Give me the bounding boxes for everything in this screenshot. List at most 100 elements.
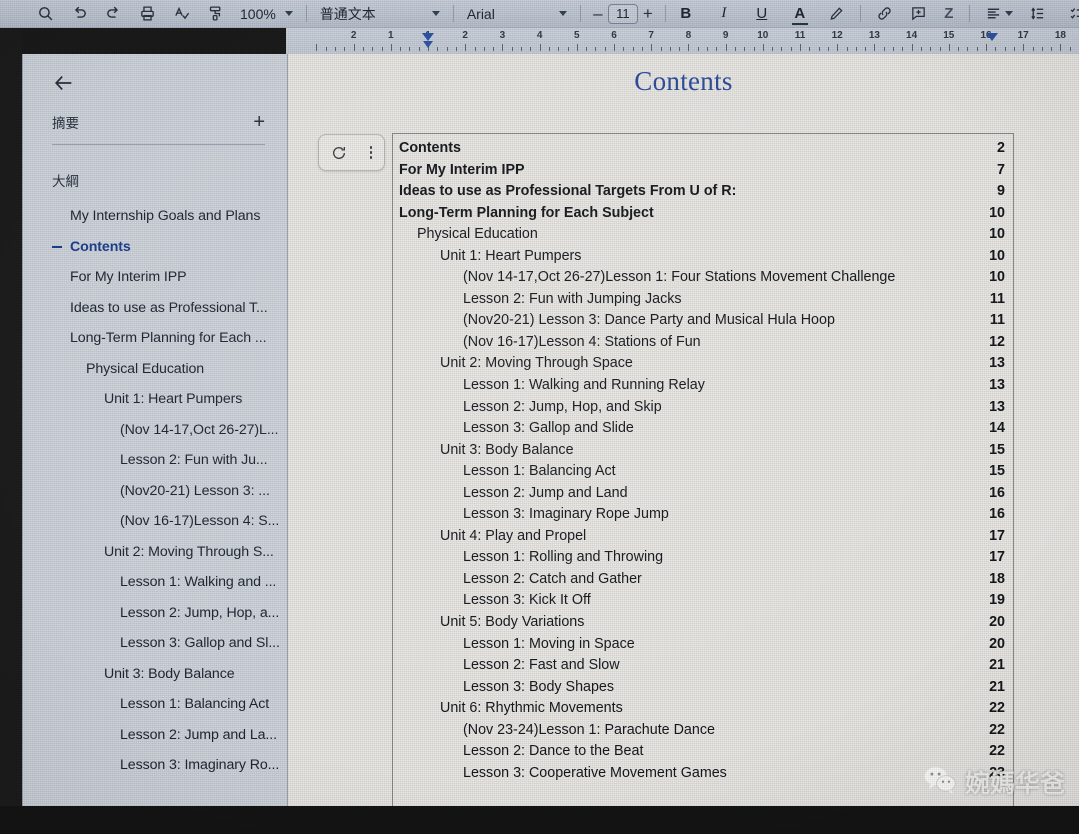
increase-font-size-button[interactable]: + — [638, 4, 658, 24]
font-size-input[interactable]: 11 — [607, 3, 638, 24]
sidebar-item-unit-1-heart-pumpers[interactable]: Unit 1: Heart Pumpers — [23, 384, 287, 415]
chevron-down-icon[interactable] — [284, 11, 293, 16]
sidebar-item-unit-2-moving-through-s[interactable]: Unit 2: Moving Through S... — [23, 537, 287, 568]
sidebar-item-lesson-1-balancing-act[interactable]: Lesson 1: Balancing Act — [23, 689, 287, 720]
text-color-button[interactable]: A — [787, 2, 813, 26]
insert-image-button[interactable]: Z — [936, 2, 962, 26]
sidebar-item-my-internship-goals-and-plans[interactable]: My Internship Goals and Plans — [23, 201, 287, 232]
add-comment-icon[interactable] — [902, 1, 936, 27]
toc-entry[interactable]: Lesson 1: Moving in Space 20 — [393, 636, 1013, 658]
sidebar-item-lesson-3-gallop-and-sl[interactable]: Lesson 3: Gallop and Sl... — [23, 628, 287, 659]
toc-entry[interactable]: Unit 3: Body Balance 15 — [393, 442, 1013, 464]
paragraph-style-select[interactable]: 普通文本 — [314, 2, 446, 26]
toc-entry-title: Unit 2: Moving Through Space — [440, 355, 633, 372]
toc-entry[interactable]: Lesson 1: Rolling and Throwing 17 — [393, 549, 1013, 571]
toc-entry[interactable]: Ideas to use as Professional Targets Fro… — [393, 183, 1013, 205]
toc-entry[interactable]: Lesson 1: Walking and Running Relay 13 — [393, 377, 1013, 399]
redo-icon[interactable] — [96, 1, 130, 27]
left-indent-marker[interactable] — [422, 33, 434, 41]
toc-entry-title: Lesson 2: Jump, Hop, and Skip — [463, 398, 662, 415]
toc-entry[interactable]: Lesson 2: Jump and Land 16 — [393, 485, 1013, 507]
sidebar-item-lesson-2-jump-hop-a[interactable]: Lesson 2: Jump, Hop, a... — [23, 598, 287, 629]
sidebar-item-lesson-2-jump-and-la[interactable]: Lesson 2: Jump and La... — [23, 720, 287, 751]
sidebar-item-nov-16-17-lesson-4-s[interactable]: (Nov 16-17)Lesson 4: S... — [23, 506, 287, 537]
toc-entry[interactable]: Lesson 3: Imaginary Rope Jump 16 — [393, 506, 1013, 528]
sidebar-item-ideas-to-use-as-professional-t[interactable]: Ideas to use as Professional T... — [23, 293, 287, 324]
toc-entry[interactable]: (Nov 16-17)Lesson 4: Stations of Fun 12 — [393, 334, 1013, 356]
italic-button[interactable]: I — [711, 2, 737, 26]
sidebar-item-nov20-21-lesson-3[interactable]: (Nov20-21) Lesson 3: ... — [23, 476, 287, 507]
toc-entry[interactable]: (Nov 23-24)Lesson 1: Parachute Dance 22 — [393, 722, 1013, 744]
zoom-control[interactable]: 100% — [232, 6, 299, 22]
back-arrow-icon[interactable] — [49, 68, 79, 98]
spellcheck-icon[interactable] — [164, 1, 198, 27]
toc-entry[interactable]: Lesson 1: Balancing Act 15 — [393, 463, 1013, 485]
ruler-tick — [986, 44, 987, 51]
sidebar-item-contents[interactable]: Contents — [23, 232, 287, 263]
toc-entry[interactable]: Lesson 2: Dance to the Beat 22 — [393, 743, 1013, 765]
toc-entry[interactable]: (Nov20-21) Lesson 3: Dance Party and Mus… — [393, 312, 1013, 334]
line-spacing-icon[interactable] — [1021, 1, 1055, 27]
collapse-dash-icon[interactable] — [52, 245, 62, 248]
toc-entry[interactable]: Lesson 3: Cooperative Movement Games 23 — [393, 765, 1013, 787]
toc-entry[interactable]: Lesson 3: Body Shapes 21 — [393, 679, 1013, 701]
first-line-indent-marker[interactable] — [423, 41, 433, 48]
sidebar-item-nov-14-17-oct-26-27-l[interactable]: (Nov 14-17,Oct 26-27)L... — [23, 415, 287, 446]
toolbar-divider — [968, 5, 970, 22]
sidebar-item-lesson-1-walking-and[interactable]: Lesson 1: Walking and ... — [23, 567, 287, 598]
underline-button[interactable]: U — [749, 2, 775, 26]
decrease-font-size-button[interactable]: – — [588, 4, 608, 24]
plus-icon[interactable]: + — [253, 112, 265, 132]
chevron-down-icon[interactable] — [558, 11, 567, 16]
right-indent-marker[interactable] — [986, 33, 998, 41]
table-of-contents[interactable]: Contents 2 For My Interim IPP 7 Ideas to use… — [392, 133, 1014, 806]
toc-entry[interactable]: Unit 4: Play and Propel 17 — [393, 528, 1013, 550]
chevron-down-icon[interactable] — [431, 11, 440, 16]
pen-highlight-icon[interactable] — [819, 1, 853, 27]
toc-entry[interactable]: (Nov 14-17,Oct 26-27)Lesson 1: Four Stat… — [393, 269, 1013, 291]
toc-entry[interactable]: Unit 5: Body Variations 20 — [393, 614, 1013, 636]
toc-entry[interactable]: Lesson 2: Fun with Jumping Jacks 11 — [393, 291, 1013, 313]
toc-entry[interactable]: Long-Term Planning for Each Subject 10 — [393, 205, 1013, 227]
ruler-number: 8 — [685, 30, 692, 41]
ruler-tick — [976, 47, 978, 51]
sidebar-item-physical-education[interactable]: Physical Education — [23, 354, 287, 385]
toc-entry[interactable]: Lesson 3: Gallop and Slide 14 — [393, 420, 1013, 442]
horizontal-ruler[interactable]: 2 1 1 2 3 4 5 6 7 8 9 10 11 12 13 14 15 16 17 18 — [286, 28, 1079, 54]
toc-entry-page: 2 — [997, 140, 1005, 156]
toc-entry[interactable]: Lesson 2: Fast and Slow 21 — [393, 657, 1013, 679]
bold-button[interactable]: B — [673, 2, 699, 26]
toc-entry[interactable]: Lesson 2: Jump, Hop, and Skip 13 — [393, 399, 1013, 421]
toc-entry[interactable]: Lesson 3: Kick It Off 19 — [393, 592, 1013, 614]
ruler-tick — [381, 47, 383, 51]
ruler-tick — [762, 44, 764, 51]
link-icon[interactable] — [868, 1, 902, 27]
toc-entry[interactable]: Lesson 2: Catch and Gather 18 — [393, 571, 1013, 593]
sidebar-item-long-term-planning-for-each[interactable]: Long-Term Planning for Each ... — [23, 323, 287, 354]
undo-icon[interactable] — [62, 1, 96, 27]
toc-entry[interactable]: Unit 1: Heart Pumpers 10 — [393, 248, 1013, 270]
checklist-icon[interactable] — [1061, 1, 1079, 27]
toc-entry[interactable]: Contents 2 — [393, 140, 1013, 162]
toc-entry[interactable]: Unit 2: Moving Through Space 13 — [393, 355, 1013, 377]
toc-entry-title: Contents — [399, 140, 461, 156]
document-canvas[interactable]: Contents Contents 2 For My Interim IPP 7 Ide… — [288, 54, 1079, 806]
search-icon[interactable] — [28, 1, 62, 27]
toc-entry-title: Unit 5: Body Variations — [440, 614, 585, 631]
toc-entry-page: 14 — [989, 420, 1005, 437]
chevron-down-icon[interactable] — [1004, 11, 1013, 16]
toc-entry[interactable]: Unit 6: Rhythmic Movements 22 — [393, 700, 1013, 722]
ruler-tick — [651, 44, 653, 51]
sidebar-item-lesson-2-fun-with-ju[interactable]: Lesson 2: Fun with Ju... — [23, 445, 287, 476]
more-options-icon[interactable] — [369, 146, 373, 159]
font-family-select[interactable]: Arial — [461, 2, 573, 26]
sidebar-item-lesson-3-imaginary-ro[interactable]: Lesson 3: Imaginary Ro... — [23, 750, 287, 781]
sidebar-item-unit-3-body-balance[interactable]: Unit 3: Body Balance — [23, 659, 287, 690]
toc-entry[interactable]: Physical Education 10 — [393, 226, 1013, 248]
sidebar-item-for-my-interim-ipp[interactable]: For My Interim IPP — [23, 262, 287, 293]
format-paint-icon[interactable] — [198, 1, 232, 27]
toc-entry-title: Unit 6: Rhythmic Movements — [440, 700, 623, 717]
print-icon[interactable] — [130, 1, 164, 27]
refresh-toc-icon[interactable] — [331, 145, 347, 161]
toc-entry[interactable]: For My Interim IPP 7 — [393, 162, 1013, 184]
